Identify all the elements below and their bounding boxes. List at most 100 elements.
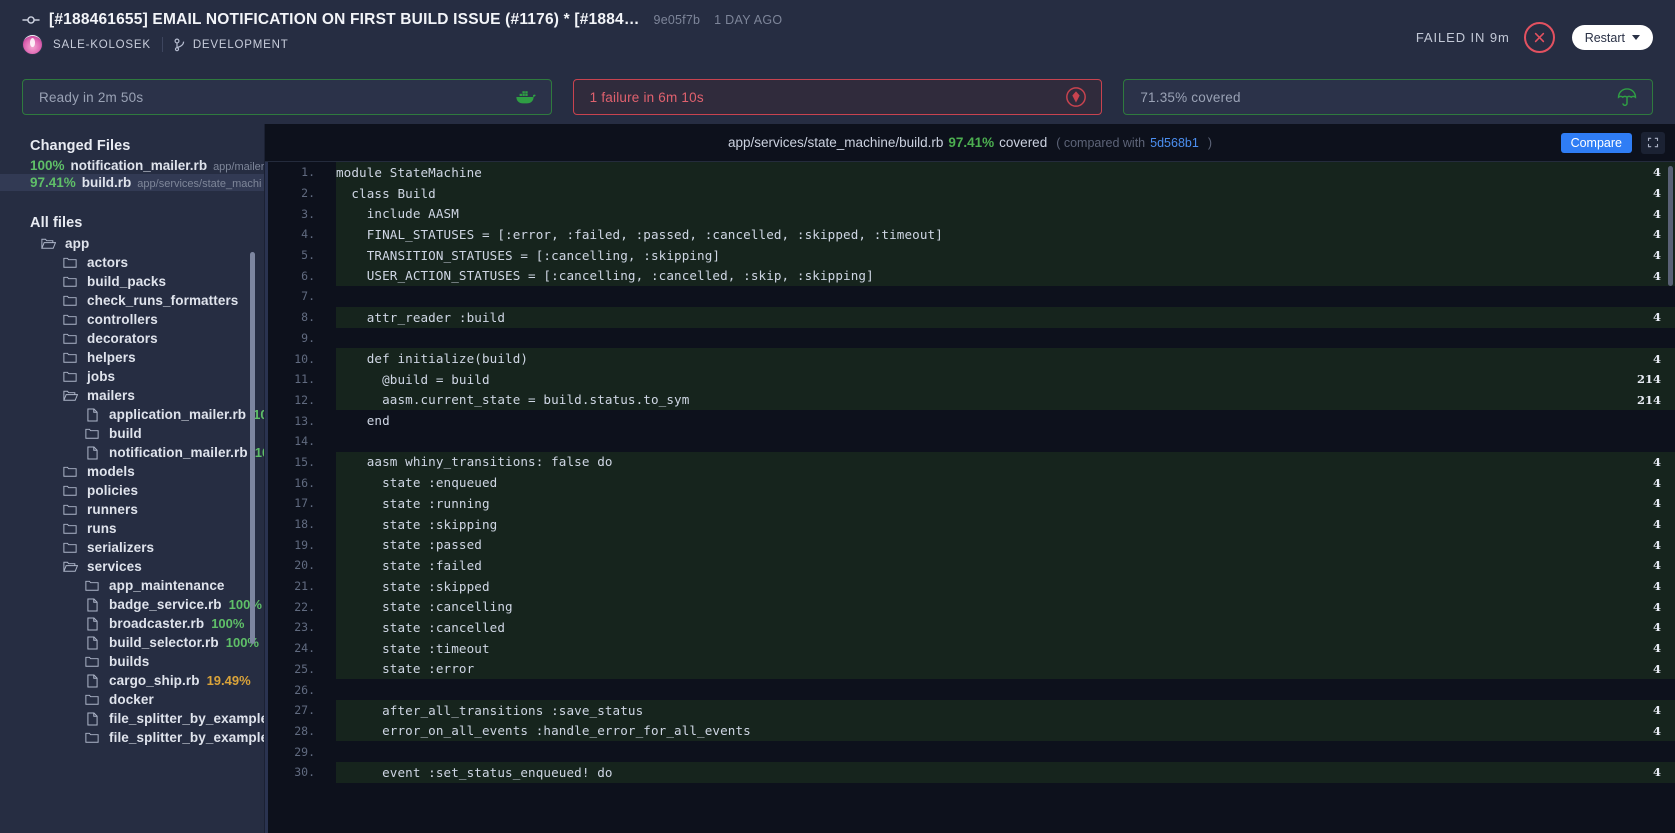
status-box-specs[interactable]: 1 failure in 6m 10s — [572, 79, 1103, 115]
tree-file-row[interactable]: application_mailer.rb100% — [0, 405, 265, 424]
code-line-hits: 4 — [1652, 248, 1661, 263]
changed-file-row[interactable]: 100% notification_mailer.rb app/mailer — [0, 157, 265, 174]
code-line-number: 3. — [268, 203, 324, 225]
code-line-source: aasm.current_state = build.status.to_sym — [336, 392, 690, 408]
compare-button[interactable]: Compare — [1560, 132, 1632, 153]
tree-folder-row[interactable]: jobs — [0, 367, 265, 386]
code-line: 24. state :timeout 4 — [268, 637, 1675, 659]
code-scroll-area[interactable]: 1. module StateMachine 4 2. class Build 4 3. … — [268, 162, 1675, 833]
tree-folder-row[interactable]: decorators — [0, 329, 265, 348]
tree-item-label: file_splitter_by_examples — [109, 730, 265, 745]
code-line-source: end — [336, 413, 390, 429]
tree-folder-row[interactable]: build_packs — [0, 272, 265, 291]
folder-icon — [62, 522, 78, 535]
code-line-source: state :error — [336, 661, 475, 677]
status-box-coverage[interactable]: 71.35% covered — [1123, 79, 1654, 115]
code-gutter-pad — [324, 741, 336, 762]
avatar — [22, 34, 43, 55]
code-line-hits: 4 — [1652, 558, 1661, 573]
code-line-source: state :running — [336, 495, 490, 511]
tree-item-label: app_maintenance — [109, 578, 225, 593]
code-line: 1. module StateMachine 4 — [268, 162, 1675, 183]
tree-item-label: services — [87, 559, 142, 574]
tree-folder-row[interactable]: mailers — [0, 386, 265, 405]
tree-folder-row[interactable]: runners — [0, 500, 265, 519]
code-line-hits — [1613, 410, 1675, 431]
code-line-source: attr_reader :build — [336, 309, 506, 325]
build-status-text: FAILED IN 9m — [1415, 30, 1510, 45]
repo-owner-label[interactable]: SALE-KOLOSEK — [53, 39, 151, 51]
code-line-hits: 4 — [1652, 454, 1661, 469]
code-line-hits: 4 — [1652, 537, 1661, 552]
code-viewer-header: app/services/state_machine/build.rb 97.4… — [265, 124, 1675, 162]
branch-icon — [174, 38, 186, 52]
tree-folder-row[interactable]: actors — [0, 253, 265, 272]
status-box-ready[interactable]: Ready in 2m 50s — [22, 79, 552, 115]
tree-file-row[interactable]: file_splitter_by_example.rb — [0, 709, 265, 728]
tree-item-label: runs — [87, 521, 117, 536]
tree-file-row[interactable]: broadcaster.rb 100% — [0, 614, 265, 633]
tree-folder-row[interactable]: serializers — [0, 538, 265, 557]
umbrella-icon — [1616, 86, 1638, 108]
code-line-hits: 4 — [1652, 517, 1661, 532]
divider — [161, 37, 163, 52]
code-line-source: include AASM — [336, 206, 459, 222]
tree-item-label: build — [109, 426, 142, 441]
code-line-number: 28. — [268, 720, 324, 742]
tree-item-label: app — [65, 236, 90, 251]
tree-folder-row[interactable]: builds — [0, 652, 265, 671]
tree-file-row[interactable]: badge_service.rb 100% — [0, 595, 265, 614]
code-line: 12. aasm.current_state = build.status.to… — [268, 389, 1675, 411]
tree-folder-row[interactable]: app_maintenance — [0, 576, 265, 595]
code-scrollbar[interactable] — [1668, 166, 1673, 286]
code-line-source: def initialize(build) — [336, 351, 529, 367]
tree-folder-row[interactable]: models — [0, 462, 265, 481]
file-icon — [84, 636, 100, 650]
folder-icon — [84, 579, 100, 592]
code-line-hits: 4 — [1652, 620, 1661, 635]
file-icon — [84, 598, 100, 612]
folder-icon — [62, 465, 78, 478]
tree-file-row[interactable]: cargo_ship.rb 19.49% — [0, 671, 265, 690]
code-line-number: 7. — [268, 286, 324, 307]
tree-item-label: build_selector.rb — [109, 635, 219, 650]
tree-folder-row[interactable]: runs — [0, 519, 265, 538]
tree-folder-row[interactable]: services — [0, 557, 265, 576]
tree-file-row[interactable]: build_selector.rb 100% — [0, 633, 265, 652]
tree-folder-row[interactable]: policies — [0, 481, 265, 500]
tree-file-row[interactable]: notification_mailer.rb100% — [0, 443, 265, 462]
changed-file-row[interactable]: 97.41% build.rb app/services/state_machi — [0, 174, 265, 191]
sidebar-scrollbar[interactable] — [250, 252, 255, 644]
tree-folder-row[interactable]: app — [0, 234, 265, 253]
code-line-source — [336, 286, 1613, 307]
tree-folder-row[interactable]: build — [0, 424, 265, 443]
code-gutter-pad — [324, 637, 336, 659]
tree-folder-row[interactable]: controllers — [0, 310, 265, 329]
code-line: 30. event :set_status_enqueued! do 4 — [268, 761, 1675, 783]
tree-item-label: file_splitter_by_example.rb — [109, 711, 265, 726]
code-line-number: 25. — [268, 658, 324, 680]
restart-button[interactable]: Restart — [1571, 25, 1653, 50]
tree-item-label: application_mailer.rb — [109, 407, 247, 422]
status-box-specs-label: 1 failure in 6m 10s — [589, 89, 704, 105]
tree-folder-row[interactable]: docker — [0, 690, 265, 709]
code-line-source: state :skipping — [336, 516, 498, 532]
expand-fullscreen-icon[interactable] — [1641, 131, 1665, 154]
tree-item-label: build_packs — [87, 274, 167, 289]
code-line-hits — [1613, 328, 1675, 349]
tree-folder-row[interactable]: check_runs_formatters — [0, 291, 265, 310]
tree-folder-row[interactable]: helpers — [0, 348, 265, 367]
status-summary-bar: Ready in 2m 50s 1 failure in 6m 10s 71.3… — [0, 70, 1675, 124]
folder-open-icon — [40, 237, 56, 250]
code-gutter-pad — [324, 720, 336, 742]
branch-label[interactable]: DEVELOPMENT — [193, 39, 289, 51]
tree-folder-row[interactable]: file_splitter_by_examples — [0, 728, 265, 747]
commit-node-icon — [22, 11, 40, 29]
code-gutter-pad — [324, 679, 336, 700]
code-viewer: app/services/state_machine/build.rb 97.4… — [265, 124, 1675, 833]
commit-sha[interactable]: 9e05f7b — [654, 13, 701, 27]
header-status-actions: FAILED IN 9m Restart — [1416, 22, 1653, 53]
compared-with-sha[interactable]: 5d568b1 — [1150, 136, 1199, 150]
code-gutter-pad — [324, 244, 336, 266]
code-line-number: 19. — [268, 534, 324, 556]
